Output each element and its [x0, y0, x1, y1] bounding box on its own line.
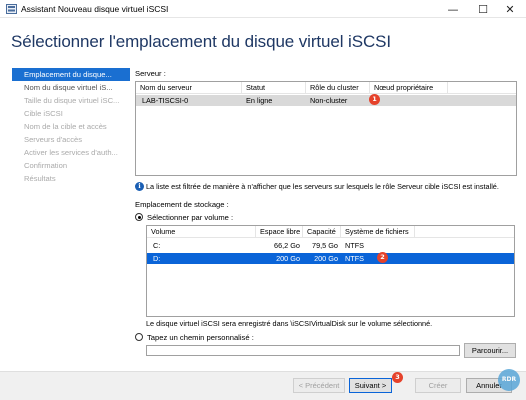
nav-item-emplacement[interactable]: Emplacement du disque...: [12, 68, 130, 81]
column-header-free-space[interactable]: Espace libre: [256, 226, 303, 238]
minimize-button[interactable]: —: [440, 0, 466, 18]
volume-grid[interactable]: Volume Espace libre Capacité Système de …: [146, 225, 515, 317]
create-button[interactable]: Créer: [415, 378, 461, 393]
filter-info-text: La liste est filtrée de manière à n'affi…: [146, 182, 499, 191]
nav-item-confirmation: Confirmation: [24, 161, 68, 170]
nav-item-taille: Taille du disque virtuel iSC...: [24, 96, 120, 105]
nav-item-cible: Cible iSCSI: [24, 109, 63, 118]
wizard-steps-nav: Emplacement du disque... Nom du disque v…: [12, 68, 130, 185]
server-owner-cell: [370, 95, 448, 106]
server-section-label: Serveur :: [135, 69, 166, 78]
volume-save-note: Le disque virtuel iSCSI sera enregistré …: [146, 319, 433, 328]
wizard-header: Sélectionner l'emplacement du disque vir…: [0, 19, 526, 65]
window-titlebar: Assistant Nouveau disque virtuel iSCSI —…: [0, 0, 526, 18]
free-space-cell: 200 Go: [276, 254, 300, 263]
table-row[interactable]: LAB-TISCSI-0 En ligne Non-cluster: [136, 95, 516, 106]
window-title: Assistant Nouveau disque virtuel iSCSI: [21, 4, 169, 14]
server-role-cell: Non-cluster: [310, 96, 348, 105]
server-manager-icon: [6, 4, 17, 14]
nav-item-authentification: Activer les services d'auth...: [24, 148, 118, 157]
volume-cell: C:: [153, 241, 161, 250]
capacity-cell: 200 Go: [314, 254, 338, 263]
column-header-cluster-role[interactable]: Rôle du cluster: [306, 82, 370, 94]
column-header-file-system[interactable]: Système de fichiers: [341, 226, 415, 238]
server-status-cell: En ligne: [246, 96, 273, 105]
server-name-cell: LAB-TISCSI-0: [142, 96, 189, 105]
info-icon: i: [135, 182, 144, 191]
custom-path-radio[interactable]: [135, 333, 143, 341]
step-badge-1: 1: [369, 94, 380, 105]
column-header-capacity[interactable]: Capacité: [303, 226, 341, 238]
custom-path-input[interactable]: [146, 345, 460, 356]
nav-item-nom-cible: Nom de la cible et accès: [24, 122, 107, 131]
next-button[interactable]: Suivant >: [349, 378, 392, 393]
select-by-volume-label[interactable]: Sélectionner par volume :: [147, 213, 233, 222]
table-row[interactable]: D: 200 Go 200 Go NTFS: [147, 253, 514, 264]
column-header-volume[interactable]: Volume: [147, 226, 256, 238]
table-row[interactable]: C: 66,2 Go 79,5 Go NTFS: [147, 240, 514, 251]
custom-path-label[interactable]: Tapez un chemin personnalisé :: [147, 333, 254, 342]
nav-item-resultats: Résultats: [24, 174, 56, 183]
maximize-button[interactable]: ☐: [470, 0, 496, 18]
storage-location-label: Emplacement de stockage :: [135, 200, 229, 209]
step-badge-3: 3: [392, 372, 403, 383]
select-by-volume-radio[interactable]: [135, 213, 143, 221]
column-header-status[interactable]: Statut: [242, 82, 306, 94]
column-header-owner-node[interactable]: Nœud propriétaire: [370, 82, 448, 94]
volume-grid-header: Volume Espace libre Capacité Système de …: [147, 226, 514, 238]
browse-button[interactable]: Parcourir...: [464, 343, 516, 358]
free-space-cell: 66,2 Go: [274, 241, 300, 250]
previous-button[interactable]: < Précédent: [293, 378, 345, 393]
page-title: Sélectionner l'emplacement du disque vir…: [11, 32, 391, 51]
file-system-cell: NTFS: [345, 241, 365, 250]
step-badge-2: 2: [377, 252, 388, 263]
nav-item-nom[interactable]: Nom du disque virtuel iS...: [12, 81, 130, 94]
watermark-logo: RDR: [498, 369, 520, 391]
close-button[interactable]: ✕: [497, 0, 523, 18]
volume-cell: D:: [153, 254, 161, 263]
server-grid[interactable]: Nom du serveur Statut Rôle du cluster Nœ…: [135, 81, 517, 176]
nav-item-serveurs-acces: Serveurs d'accès: [24, 135, 83, 144]
column-header-server-name[interactable]: Nom du serveur: [136, 82, 242, 94]
capacity-cell: 79,5 Go: [312, 241, 338, 250]
server-grid-header: Nom du serveur Statut Rôle du cluster Nœ…: [136, 82, 516, 94]
